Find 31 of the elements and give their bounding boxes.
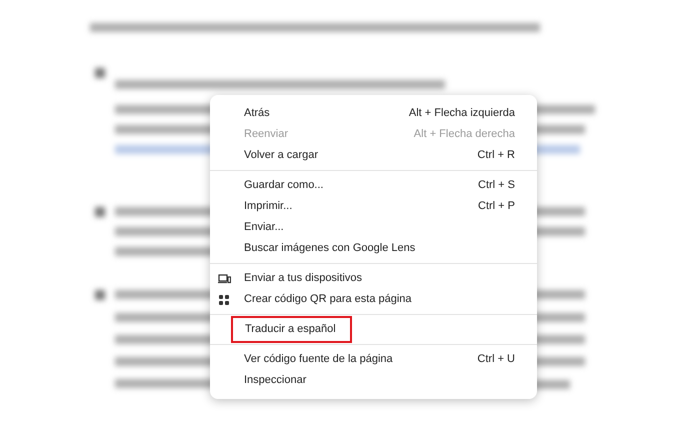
menu-item-label: Atrás [244,106,270,122]
shortcut-label: Ctrl + S [478,178,515,194]
menu-item[interactable]: Buscar imágenes con Google Lens [210,238,537,259]
shortcut-label: Ctrl + U [477,352,515,368]
menu-item-label: Reenviar [244,127,288,142]
menu-item[interactable]: Enviar a tus dispositivos [210,268,537,289]
devices-icon [218,274,231,284]
menu-item-label: Guardar como... [244,178,324,194]
menu-item[interactable]: Crear código QR para esta página [210,289,537,310]
menu-item-label: Imprimir... [244,199,292,214]
menu-item[interactable]: Ver código fuente de la página Ctrl + U [210,349,537,370]
menu-item[interactable]: Traducir a español [210,319,537,340]
menu-item[interactable]: Atrás Alt + Flecha izquierda [210,103,537,124]
menu-item-label: Crear código QR para esta página [244,292,412,308]
menu-item-label: Enviar a tus dispositivos [244,271,362,286]
menu-item-label: Volver a cargar [244,148,318,164]
menu-item[interactable]: Volver a cargar Ctrl + R [210,145,537,166]
shortcut-label: Ctrl + R [477,148,515,164]
menu-item-label: Traducir a español [231,316,352,343]
menu-item-label: Inspeccionar [244,373,306,388]
shortcut-label: Alt + Flecha izquierda [408,106,515,122]
menu-item-label: Ver código fuente de la página [244,352,393,368]
menu-item-label: Buscar imágenes con Google Lens [244,241,416,256]
menu-item-label: Enviar... [244,220,284,236]
qr-code-icon [218,294,230,306]
menu-item[interactable]: Guardar como... Ctrl + S [210,175,537,196]
shortcut-label: Alt + Flecha derecha [414,127,515,142]
shortcut-label: Ctrl + P [478,199,515,214]
menu-item[interactable]: Inspeccionar [210,370,537,391]
menu-item[interactable]: Imprimir... Ctrl + P [210,196,537,217]
menu-item[interactable]: Enviar... [210,217,537,238]
